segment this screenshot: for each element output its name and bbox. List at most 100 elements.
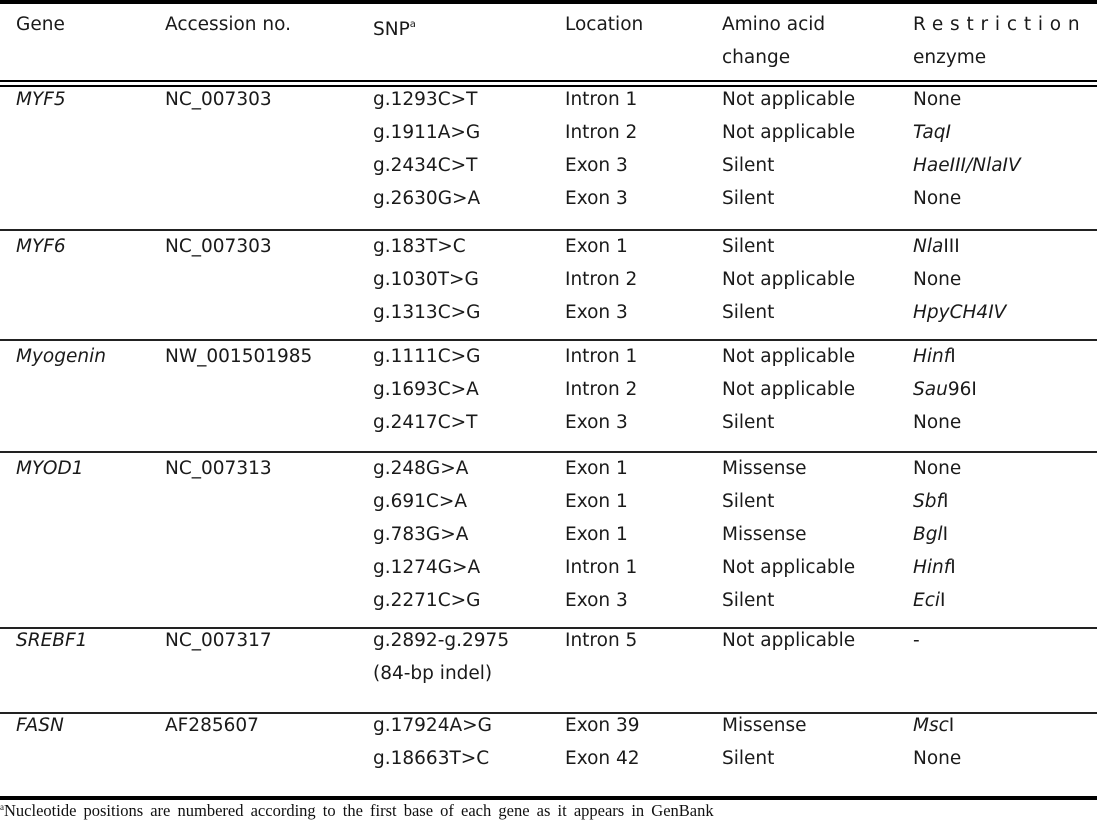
location-cell: Exon 39	[565, 715, 640, 736]
header-location: Location	[565, 8, 643, 41]
snp-cell: (84-bp indel)	[373, 663, 493, 684]
restriction-enzyme-cell: BglI	[913, 518, 948, 551]
snp-cell: g.1911A>G	[373, 122, 481, 143]
enzyme-name-suffix: 96I	[947, 379, 977, 400]
header-text: Restriction	[913, 14, 1087, 35]
amino-acid-change-cell: Silent	[722, 491, 775, 512]
location-cell: Exon 3	[565, 302, 628, 323]
enzyme-name-italic: Msc	[913, 715, 949, 736]
snp-cell: g.2417C>T	[373, 412, 478, 433]
restriction-enzyme-cell: SbfI	[913, 485, 948, 518]
gene-name: MYOD1	[16, 458, 84, 479]
amino-acid-change-cell: Not applicable	[722, 379, 856, 400]
location-cell: Exon 1	[565, 491, 628, 512]
restriction-enzyme-cell: TaqI	[913, 122, 951, 143]
accession-number: NC_007303	[165, 89, 272, 110]
enzyme-name-italic: Bgl	[913, 524, 943, 545]
restriction-enzyme-cell: EciI	[913, 584, 945, 617]
location-cell: Intron 2	[565, 379, 638, 400]
restriction-enzyme-cell: -	[913, 630, 920, 651]
restriction-enzyme-cell: None	[913, 269, 962, 290]
amino-acid-change-cell: Silent	[722, 302, 775, 323]
footnote-marker: a	[409, 19, 416, 30]
enzyme-name-suffix: I	[948, 715, 955, 736]
snp-cell: g.2630G>A	[373, 188, 481, 209]
accession-number: NW_001501985	[165, 346, 313, 367]
amino-acid-change-cell: Silent	[722, 412, 775, 433]
restriction-enzyme-cell: HinfI	[913, 551, 956, 584]
location-cell: Exon 3	[565, 590, 628, 611]
header-text: Location	[565, 14, 644, 35]
amino-acid-change-cell: Missense	[722, 524, 807, 545]
gene-name: MYF6	[16, 236, 66, 257]
snp-cell: g.1313C>G	[373, 302, 481, 323]
snp-cell: g.1274G>A	[373, 557, 481, 578]
snp-cell: g.783G>A	[373, 524, 469, 545]
location-cell: Intron 2	[565, 269, 638, 290]
amino-acid-change-cell: Not applicable	[722, 269, 856, 290]
amino-acid-change-cell: Silent	[722, 188, 775, 209]
enzyme-name-italic: Hinf	[913, 346, 951, 367]
restriction-enzyme-cell: NlaIII	[913, 230, 960, 263]
header-snp: SNPa	[373, 8, 416, 46]
accession-number: NC_007313	[165, 458, 272, 479]
restriction-enzyme-cell: HaeIII/NlaIV	[913, 155, 1021, 176]
location-cell: Exon 1	[565, 458, 628, 479]
amino-acid-change-cell: Not applicable	[722, 89, 856, 110]
snp-cell: g.1111C>G	[373, 346, 481, 367]
location-cell: Intron 1	[565, 557, 638, 578]
footnote-text: Nucleotide positions are numbered accord…	[4, 801, 714, 820]
restriction-enzyme-cell: HinfI	[913, 340, 956, 373]
gene-name: FASN	[16, 715, 64, 736]
amino-acid-change-cell: Not applicable	[722, 630, 856, 651]
enzyme-name-suffix: I	[942, 524, 949, 545]
snp-cell: g.1693C>A	[373, 379, 479, 400]
header-rule	[0, 80, 1097, 82]
snp-cell: g.183T>C	[373, 236, 466, 257]
location-cell: Exon 42	[565, 748, 640, 769]
header-text: Accession no.	[165, 14, 291, 35]
enzyme-name-suffix: I	[940, 590, 946, 611]
restriction-enzyme-cell: MscI	[913, 709, 954, 742]
amino-acid-change-cell: Missense	[722, 715, 807, 736]
location-cell: Intron 2	[565, 122, 638, 143]
amino-acid-change-cell: Silent	[722, 748, 775, 769]
snp-cell: g.1030T>G	[373, 269, 479, 290]
restriction-enzyme-cell: HpyCH4IV	[913, 302, 1007, 323]
restriction-enzyme-cell: None	[913, 748, 962, 769]
gene-name: SREBF1	[16, 630, 88, 651]
amino-acid-change-cell: Not applicable	[722, 346, 856, 367]
snp-cell: g.17924A>G	[373, 715, 492, 736]
snp-cell: g.2892-g.2975	[373, 630, 510, 651]
location-cell: Exon 1	[565, 236, 628, 257]
restriction-enzyme-cell: None	[913, 412, 962, 433]
enzyme-name-suffix: I	[943, 491, 949, 512]
location-cell: Intron 1	[565, 89, 638, 110]
enzyme-name-suffix: III	[943, 236, 960, 257]
header-amino-acid-change: Amino acid change	[722, 8, 825, 74]
group-separator	[0, 627, 1097, 629]
restriction-enzyme-cell: None	[913, 188, 962, 209]
snp-cell: g.18663T>C	[373, 748, 490, 769]
accession-number: NC_007317	[165, 630, 272, 651]
restriction-enzyme-cell: None	[913, 89, 962, 110]
location-cell: Intron 1	[565, 346, 638, 367]
amino-acid-change-cell: Silent	[722, 236, 775, 257]
snp-cell: g.248G>A	[373, 458, 469, 479]
enzyme-name-italic: Sbf	[913, 491, 943, 512]
snp-cell: g.691C>A	[373, 491, 468, 512]
amino-acid-change-cell: Silent	[722, 590, 775, 611]
header-text: Gene	[16, 14, 65, 35]
amino-acid-change-cell: Not applicable	[722, 122, 856, 143]
amino-acid-change-cell: Silent	[722, 155, 775, 176]
enzyme-name-italic: Eci	[913, 590, 941, 611]
table-top-rule	[0, 0, 1097, 4]
enzyme-name-suffix: I	[950, 346, 956, 367]
header-gene: Gene	[16, 8, 65, 41]
restriction-enzyme-cell: None	[913, 458, 962, 479]
snp-cell: g.2271C>G	[373, 590, 481, 611]
restriction-enzyme-cell: Sau96I	[913, 373, 977, 406]
accession-number: NC_007303	[165, 236, 272, 257]
location-cell: Exon 1	[565, 524, 628, 545]
location-cell: Exon 3	[565, 412, 628, 433]
